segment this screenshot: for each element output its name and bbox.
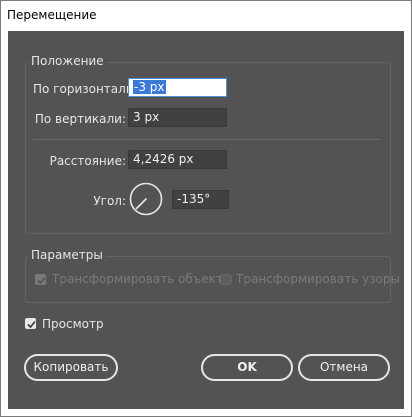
angle-input[interactable]: -135° xyxy=(172,190,229,209)
options-group-label: Параметры xyxy=(28,248,106,262)
distance-label: Расстояние: xyxy=(49,154,126,168)
position-group-label: Положение xyxy=(28,54,107,68)
transform-patterns-label: Трансформировать узоры xyxy=(236,272,400,286)
title-bar: Перемещение xyxy=(1,1,411,31)
move-dialog: Перемещение Положение По горизонтали: -3… xyxy=(0,0,412,417)
angle-input-value: -135° xyxy=(177,192,211,206)
vertical-label: По вертикали: xyxy=(34,112,126,126)
copy-button[interactable]: Копировать xyxy=(24,354,118,381)
check-icon xyxy=(37,276,46,285)
transform-objects-checkbox[interactable] xyxy=(35,274,46,285)
distance-input-value: 4,2426 px xyxy=(133,152,194,166)
distance-input[interactable]: 4,2426 px xyxy=(128,150,227,169)
horizontal-label: По горизонтали: xyxy=(33,82,138,96)
cancel-button[interactable]: Отмена xyxy=(298,354,390,381)
angle-dial-icon[interactable] xyxy=(128,181,164,217)
window-title: Перемещение xyxy=(7,8,97,22)
transform-patterns-checkbox[interactable] xyxy=(220,274,231,285)
preview-label: Просмотр xyxy=(42,317,104,331)
position-divider xyxy=(33,139,380,140)
preview-checkbox[interactable] xyxy=(25,318,36,329)
angle-label: Угол: xyxy=(93,194,126,208)
check-icon xyxy=(27,320,36,329)
ok-button[interactable]: OK xyxy=(201,354,293,381)
transform-objects-label: Трансформировать объекты xyxy=(52,272,233,286)
horizontal-input-value: -3 px xyxy=(133,80,166,94)
horizontal-input[interactable]: -3 px xyxy=(128,78,227,97)
vertical-input-value: 3 px xyxy=(133,110,160,124)
vertical-input[interactable]: 3 px xyxy=(128,108,227,127)
dialog-body: Положение По горизонтали: -3 px По верти… xyxy=(8,31,404,409)
